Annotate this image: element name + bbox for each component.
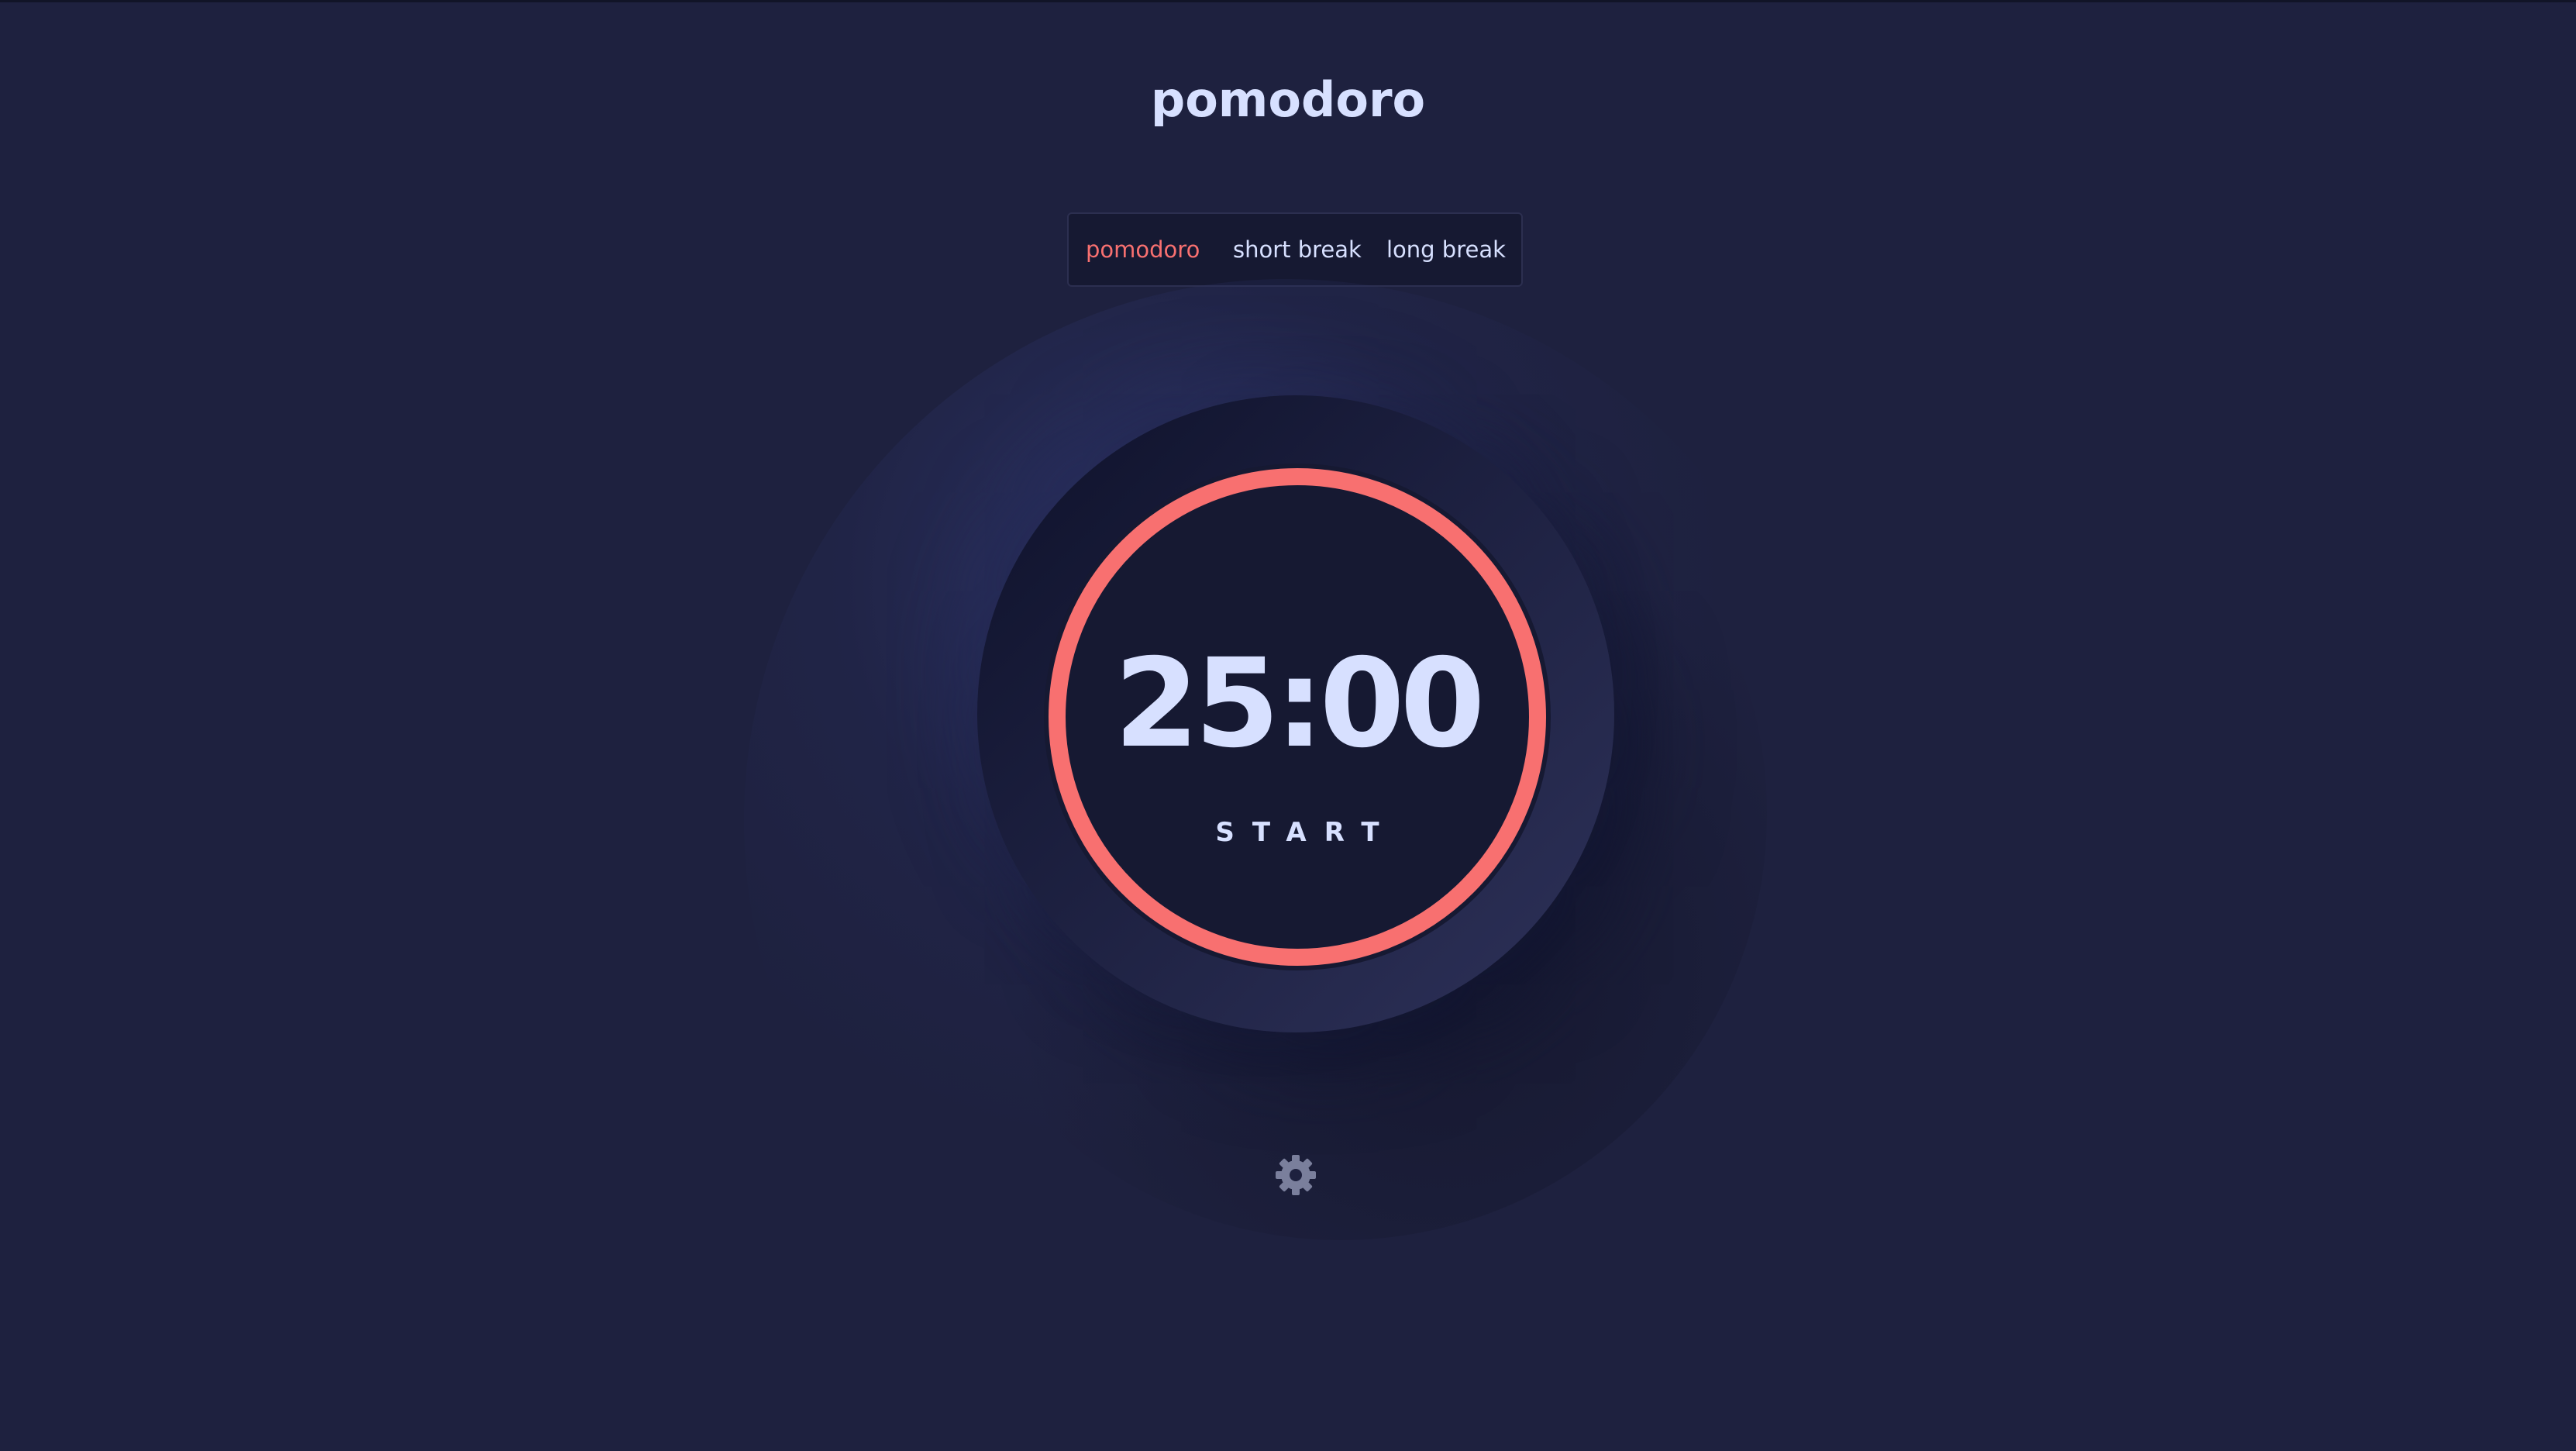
app-title: pomodoro [1150, 71, 1426, 128]
top-border [0, 0, 2576, 2]
gear-icon [1276, 1155, 1316, 1195]
settings-button[interactable] [1274, 1153, 1317, 1197]
timer-display: 25:00 [1114, 632, 1486, 775]
mode-tabs: pomodoro short break long break [1067, 212, 1523, 287]
tab-short-break[interactable]: short break [1233, 214, 1362, 285]
start-button[interactable]: START [1044, 817, 1551, 848]
tab-pomodoro[interactable]: pomodoro [1086, 214, 1200, 285]
tab-long-break[interactable]: long break [1386, 214, 1506, 285]
